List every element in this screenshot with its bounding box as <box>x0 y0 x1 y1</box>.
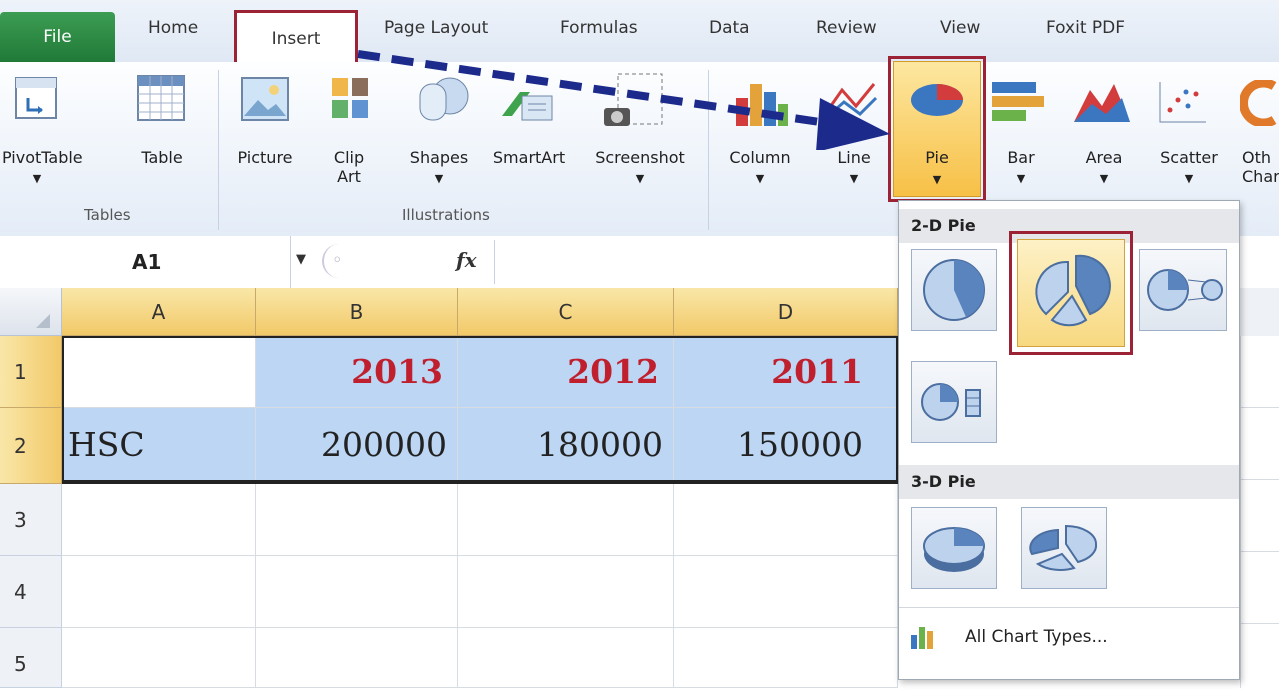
line-button[interactable]: Line ▼ <box>826 148 882 188</box>
bar-chart-icon <box>990 80 1046 128</box>
bar-label: Bar <box>1007 148 1035 167</box>
cell-b1[interactable]: 2013 <box>256 336 458 408</box>
cell-d1[interactable]: 2011 <box>674 336 898 408</box>
cell-c3[interactable] <box>458 484 674 556</box>
pie-chart-icon <box>908 76 966 126</box>
cell-c5[interactable] <box>458 628 674 688</box>
grid-right-columns <box>1240 336 1279 688</box>
column-header-a[interactable]: A <box>62 288 256 336</box>
cell-c4[interactable] <box>458 556 674 628</box>
column-header-b[interactable]: B <box>256 288 458 336</box>
column-header-c[interactable]: C <box>458 288 674 336</box>
cell-d2[interactable]: 150000 <box>674 408 898 484</box>
shapes-label: Shapes <box>409 148 469 167</box>
row-header-1[interactable]: 1 <box>0 336 62 408</box>
tutorial-arrow <box>357 50 890 150</box>
pie-of-pie-option[interactable] <box>1139 249 1227 331</box>
picture-icon <box>240 76 290 126</box>
column-label: Column <box>729 148 791 167</box>
pie-chart-gallery: 2-D Pie 3-D Pie All Chart Types... <box>898 200 1240 680</box>
tab-data[interactable]: Data <box>709 18 750 38</box>
picture-button[interactable]: Picture <box>232 148 298 167</box>
tab-view[interactable]: View <box>940 18 980 38</box>
name-box[interactable]: A1 ▼ <box>0 236 306 288</box>
other-charts-label-line1: Oth <box>1242 148 1272 167</box>
other-charts-button[interactable]: Oth Char <box>1242 148 1279 186</box>
other-charts-icon <box>1239 78 1279 130</box>
tables-group-label: Tables <box>84 206 131 224</box>
menu-divider <box>899 607 1239 608</box>
cell-b5[interactable] <box>256 628 458 688</box>
row-header-4[interactable]: 4 <box>0 556 62 628</box>
name-box-value: A1 <box>132 250 162 274</box>
all-chart-types-icon <box>909 625 935 653</box>
cell-b3[interactable] <box>256 484 458 556</box>
tab-file[interactable]: File <box>0 12 115 62</box>
tab-review[interactable]: Review <box>816 18 877 38</box>
cell-a3[interactable] <box>62 484 256 556</box>
cell-d3[interactable] <box>674 484 898 556</box>
formula-input[interactable] <box>494 240 899 284</box>
cell-b4[interactable] <box>256 556 458 628</box>
area-button[interactable]: Area ▼ <box>1074 148 1134 188</box>
tab-page-layout[interactable]: Page Layout <box>384 18 488 38</box>
table-icon <box>136 74 186 126</box>
row-header-2[interactable]: 2 <box>0 408 62 484</box>
pivottable-label: PivotTable <box>2 148 83 167</box>
pie-dropdown-arrow: ▼ <box>932 173 942 186</box>
group-separator <box>218 70 219 230</box>
screenshot-button[interactable]: Screenshot ▼ <box>580 148 700 188</box>
cell-d5[interactable] <box>674 628 898 688</box>
name-box-dropdown-icon[interactable]: ▼ <box>296 252 306 267</box>
area-chart-icon <box>1072 80 1132 128</box>
line-label: Line <box>837 148 871 167</box>
shapes-button[interactable]: Shapes ▼ <box>398 148 480 188</box>
tab-insert[interactable]: Insert <box>234 10 358 66</box>
area-label: Area <box>1085 148 1123 167</box>
clip-art-label-line1: Clip <box>333 148 365 167</box>
cell-c2[interactable]: 180000 <box>458 408 674 484</box>
tab-home[interactable]: Home <box>148 18 198 38</box>
cell-a4[interactable] <box>62 556 256 628</box>
pie-option[interactable] <box>911 249 997 331</box>
column-header-d[interactable]: D <box>674 288 898 336</box>
tab-formulas[interactable]: Formulas <box>560 18 638 38</box>
pivottable-button[interactable]: PivotTable ▼ <box>2 148 83 188</box>
tab-foxit-pdf[interactable]: Foxit PDF <box>1046 18 1125 38</box>
all-chart-types-label: All Chart Types... <box>965 627 1108 647</box>
row-header-5[interactable]: 5 <box>0 628 62 688</box>
cell-a2[interactable]: HSC <box>62 408 256 484</box>
scatter-label: Scatter <box>1160 148 1218 167</box>
cell-a1[interactable] <box>62 336 256 408</box>
3d-pie-option[interactable] <box>911 507 997 589</box>
cell-a5[interactable] <box>62 628 256 688</box>
table-button[interactable]: Table <box>132 148 192 167</box>
row-header-3[interactable]: 3 <box>0 484 62 556</box>
insert-function-icon[interactable]: fx <box>456 248 477 272</box>
formula-bar-expand-handle[interactable]: ◦ <box>322 244 372 278</box>
all-chart-types-item[interactable]: All Chart Types... <box>899 617 1239 657</box>
other-charts-label-line2: Char <box>1242 167 1279 186</box>
exploded-3d-pie-option[interactable] <box>1021 507 1107 589</box>
bar-of-pie-option[interactable] <box>911 361 997 443</box>
column-button[interactable]: Column ▼ <box>718 148 802 188</box>
select-all-corner[interactable] <box>0 288 62 336</box>
scatter-button[interactable]: Scatter ▼ <box>1148 148 1230 188</box>
cell-b2[interactable]: 200000 <box>256 408 458 484</box>
pivottable-icon <box>14 76 58 124</box>
pie-label: Pie <box>925 148 949 167</box>
smartart-button[interactable]: SmartArt <box>484 148 574 167</box>
screenshot-label: Screenshot <box>595 148 685 167</box>
bar-button[interactable]: Bar ▼ <box>996 148 1046 188</box>
clip-art-label-line2: Art <box>337 167 361 186</box>
cell-c1[interactable]: 2012 <box>458 336 674 408</box>
illustrations-group-label: Illustrations <box>402 206 490 224</box>
cell-d4[interactable] <box>674 556 898 628</box>
exploded-pie-option[interactable] <box>1017 239 1125 347</box>
clip-art-button[interactable]: Clip Art <box>326 148 372 186</box>
gallery-header-3d-pie: 3-D Pie <box>899 465 1239 499</box>
scatter-chart-icon <box>1158 80 1208 128</box>
